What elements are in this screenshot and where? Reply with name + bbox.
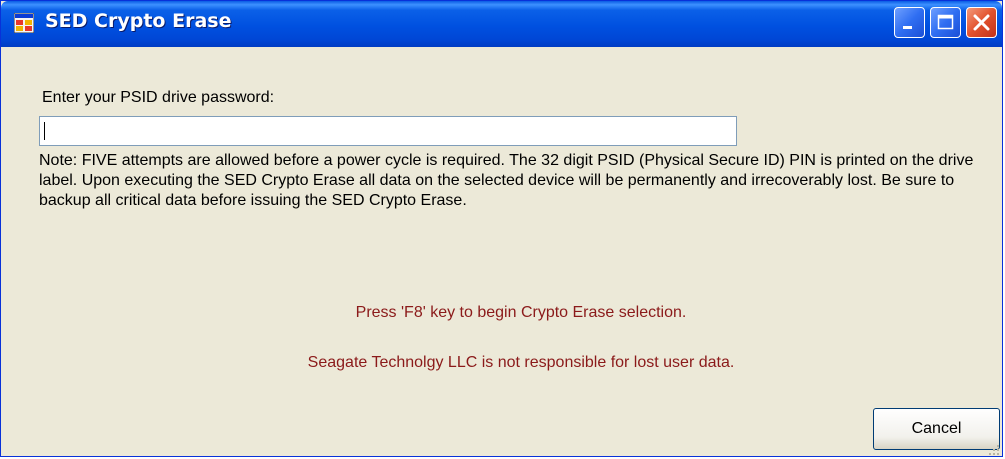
psid-password-input[interactable] [39, 116, 737, 146]
f8-instruction-text: Press 'F8' key to begin Crypto Erase sel… [355, 304, 687, 321]
crypto-erase-window: SED Crypto Erase Enter your PSID drive p… [0, 0, 1003, 457]
maximize-icon [937, 14, 954, 30]
app-window-icon[interactable] [13, 12, 35, 34]
resize-grip-icon[interactable] [986, 442, 1000, 456]
close-button[interactable] [966, 7, 997, 38]
maximize-button[interactable] [930, 7, 961, 38]
disclaimer-text: Seagate Technolgy LLC is not responsible… [307, 354, 735, 371]
minimize-icon [903, 26, 912, 29]
warning-note: Note: FIVE attempts are allowed before a… [39, 152, 974, 209]
cancel-button[interactable]: Cancel [873, 408, 1000, 450]
close-icon [973, 14, 990, 31]
psid-prompt-label: Enter your PSID drive password: [42, 89, 275, 106]
minimize-button[interactable] [894, 7, 925, 38]
window-title: SED Crypto Erase [45, 10, 232, 32]
dialog-body: Enter your PSID drive password: Note: FI… [1, 47, 1002, 456]
title-bar[interactable]: SED Crypto Erase [1, 1, 1002, 47]
text-caret [44, 122, 45, 140]
